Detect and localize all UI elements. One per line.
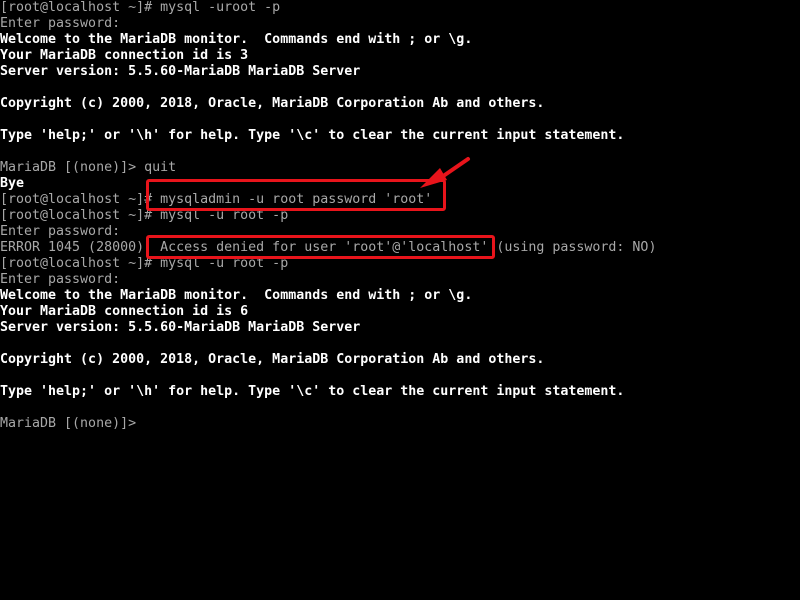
annotation-arrow-icon [420,157,470,188]
